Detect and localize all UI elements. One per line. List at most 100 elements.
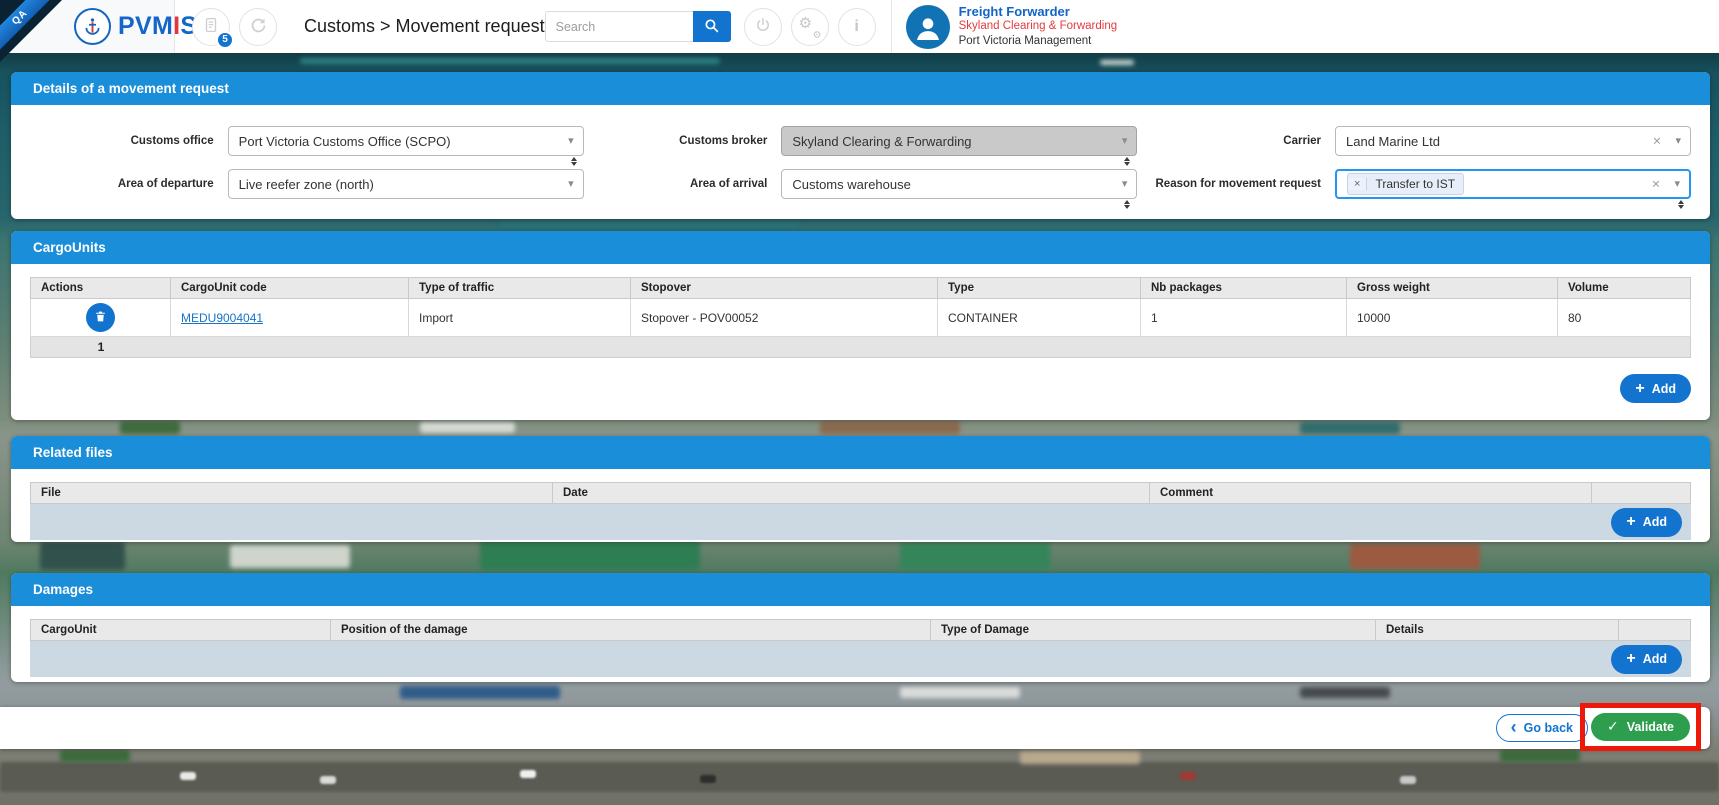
column-header: Type of Damage: [931, 620, 1376, 641]
search-button[interactable]: [693, 11, 731, 42]
carrier-label: Carrier: [1137, 135, 1335, 147]
photo-blob: [520, 770, 536, 778]
details-section-title: Details of a movement request: [11, 72, 1710, 105]
photo-blob: [1350, 544, 1480, 569]
refresh-icon: [249, 16, 268, 38]
cell-nb-packages: 1: [1141, 299, 1347, 337]
chevron-down-icon: ▾: [1122, 177, 1128, 190]
table-footer: 1: [30, 337, 1691, 358]
search-icon: [703, 17, 720, 37]
column-header: Details: [1376, 620, 1619, 641]
select-handle-icon: [1124, 200, 1130, 209]
reason-select[interactable]: × Transfer to IST × ▾: [1335, 169, 1691, 199]
cell-type: CONTAINER: [938, 299, 1141, 337]
chevron-down-icon: ▾: [568, 134, 574, 147]
photo-blob: [320, 776, 336, 784]
damages-table: CargoUnit Position of the damage Type of…: [30, 619, 1691, 641]
photo-blob: [1300, 687, 1390, 698]
settings-button[interactable]: ⚙ ⚙: [791, 8, 829, 46]
related-files-table: File Date Comment: [30, 482, 1691, 504]
user-role: Freight Forwarder: [959, 5, 1719, 20]
area-of-arrival-select[interactable]: Customs warehouse ▾: [781, 169, 1137, 199]
photo-blob: [1020, 751, 1140, 764]
details-section: Details of a movement request Customs of…: [11, 72, 1710, 219]
column-header: Type: [938, 278, 1141, 299]
column-header: Date: [553, 483, 1150, 504]
brand-name: PVMIS: [118, 12, 197, 41]
documents-button[interactable]: 5: [192, 8, 230, 46]
carrier-select[interactable]: Land Marine Ltd × ▾: [1335, 126, 1691, 156]
photo-blob: [40, 542, 125, 570]
remove-tag-icon[interactable]: ×: [1348, 178, 1367, 190]
cell-gross-weight: 10000: [1347, 299, 1558, 337]
search-input[interactable]: [545, 11, 693, 42]
photo-blob: [180, 772, 196, 780]
add-file-row: + Add: [30, 504, 1691, 540]
select-handle-icon: [1124, 157, 1130, 166]
area-of-departure-select[interactable]: Live reefer zone (north) ▾: [228, 169, 584, 199]
chevron-down-icon: ▾: [1675, 134, 1681, 147]
cell-volume: 80: [1558, 299, 1691, 337]
add-file-button[interactable]: + Add: [1611, 508, 1682, 537]
customs-office-select[interactable]: Port Victoria Customs Office (SCPO) ▾: [228, 126, 584, 156]
user-avatar[interactable]: [906, 5, 950, 49]
search-zone: [545, 11, 731, 42]
clear-icon[interactable]: ×: [1653, 133, 1661, 149]
table-row: MEDU9004041 Import Stopover - POV00052 C…: [31, 299, 1691, 337]
cell-stopover: Stopover - POV00052: [631, 299, 938, 337]
select-handle-icon: [571, 157, 577, 166]
plus-icon: +: [1626, 514, 1635, 530]
photo-blob: [900, 543, 1050, 570]
column-header: Type of traffic: [409, 278, 631, 299]
blank-header-cell: [1619, 620, 1691, 641]
clear-icon[interactable]: ×: [1652, 176, 1660, 192]
selected-tag: × Transfer to IST: [1347, 173, 1464, 195]
check-icon: ✓: [1607, 719, 1619, 735]
reason-label: Reason for movement request: [1137, 178, 1335, 190]
column-header: Position of the damage: [331, 620, 931, 641]
power-icon: [754, 16, 772, 37]
action-bar: ‹ Go back ✓ Validate: [0, 707, 1710, 749]
photo-blob: [400, 686, 560, 699]
trash-icon: [94, 310, 107, 326]
gear-icon: ⚙ ⚙: [799, 16, 821, 38]
column-header: Comment: [1150, 483, 1592, 504]
validate-button[interactable]: ✓ Validate: [1591, 713, 1690, 741]
damages-section: Damages CargoUnit Position of the damage…: [11, 573, 1710, 682]
delete-button[interactable]: [86, 303, 115, 332]
user-info: Freight Forwarder Skyland Clearing & For…: [959, 5, 1719, 49]
power-button[interactable]: [744, 8, 782, 46]
photo-blob: [230, 545, 350, 568]
column-header: CargoUnit: [31, 620, 331, 641]
table-header-row: File Date Comment: [31, 483, 1691, 504]
info-button[interactable]: i: [838, 8, 876, 46]
table-header-row: CargoUnit Position of the damage Type of…: [31, 620, 1691, 641]
damages-title: Damages: [11, 573, 1710, 606]
cargo-unit-link[interactable]: MEDU9004041: [181, 311, 263, 325]
add-cargo-unit-button[interactable]: + Add: [1620, 374, 1691, 403]
qa-corner: QA: [0, 0, 62, 62]
cargo-units-section: CargoUnits Actions CargoUnit code Type o…: [11, 231, 1710, 420]
photo-blob: [1300, 422, 1400, 434]
highlight-box: ✓ Validate: [1580, 703, 1701, 751]
cargo-units-title: CargoUnits: [11, 231, 1710, 264]
photo-blob: [500, 222, 800, 229]
photo-blob: [820, 421, 960, 434]
go-back-button[interactable]: ‹ Go back: [1496, 714, 1588, 742]
row-count: 1: [31, 340, 171, 354]
header-divider: [891, 0, 892, 53]
user-company: Skyland Clearing & Forwarding: [959, 19, 1719, 34]
related-files-section: Related files File Date Comment + Add: [11, 436, 1710, 542]
blank-header-cell: [1592, 483, 1691, 504]
refresh-button[interactable]: [239, 8, 277, 46]
plus-icon: +: [1635, 381, 1644, 397]
photo-blob: [420, 422, 515, 433]
photo-blob: [1100, 60, 1134, 65]
photo-blob: [480, 541, 700, 570]
customs-broker-label: Customs broker: [584, 135, 782, 147]
add-damage-button[interactable]: + Add: [1611, 645, 1682, 674]
column-header: Actions: [31, 278, 171, 299]
cargo-units-table: Actions CargoUnit code Type of traffic S…: [30, 277, 1691, 337]
chevron-down-icon: ▾: [568, 177, 574, 190]
plus-icon: +: [1626, 651, 1635, 667]
